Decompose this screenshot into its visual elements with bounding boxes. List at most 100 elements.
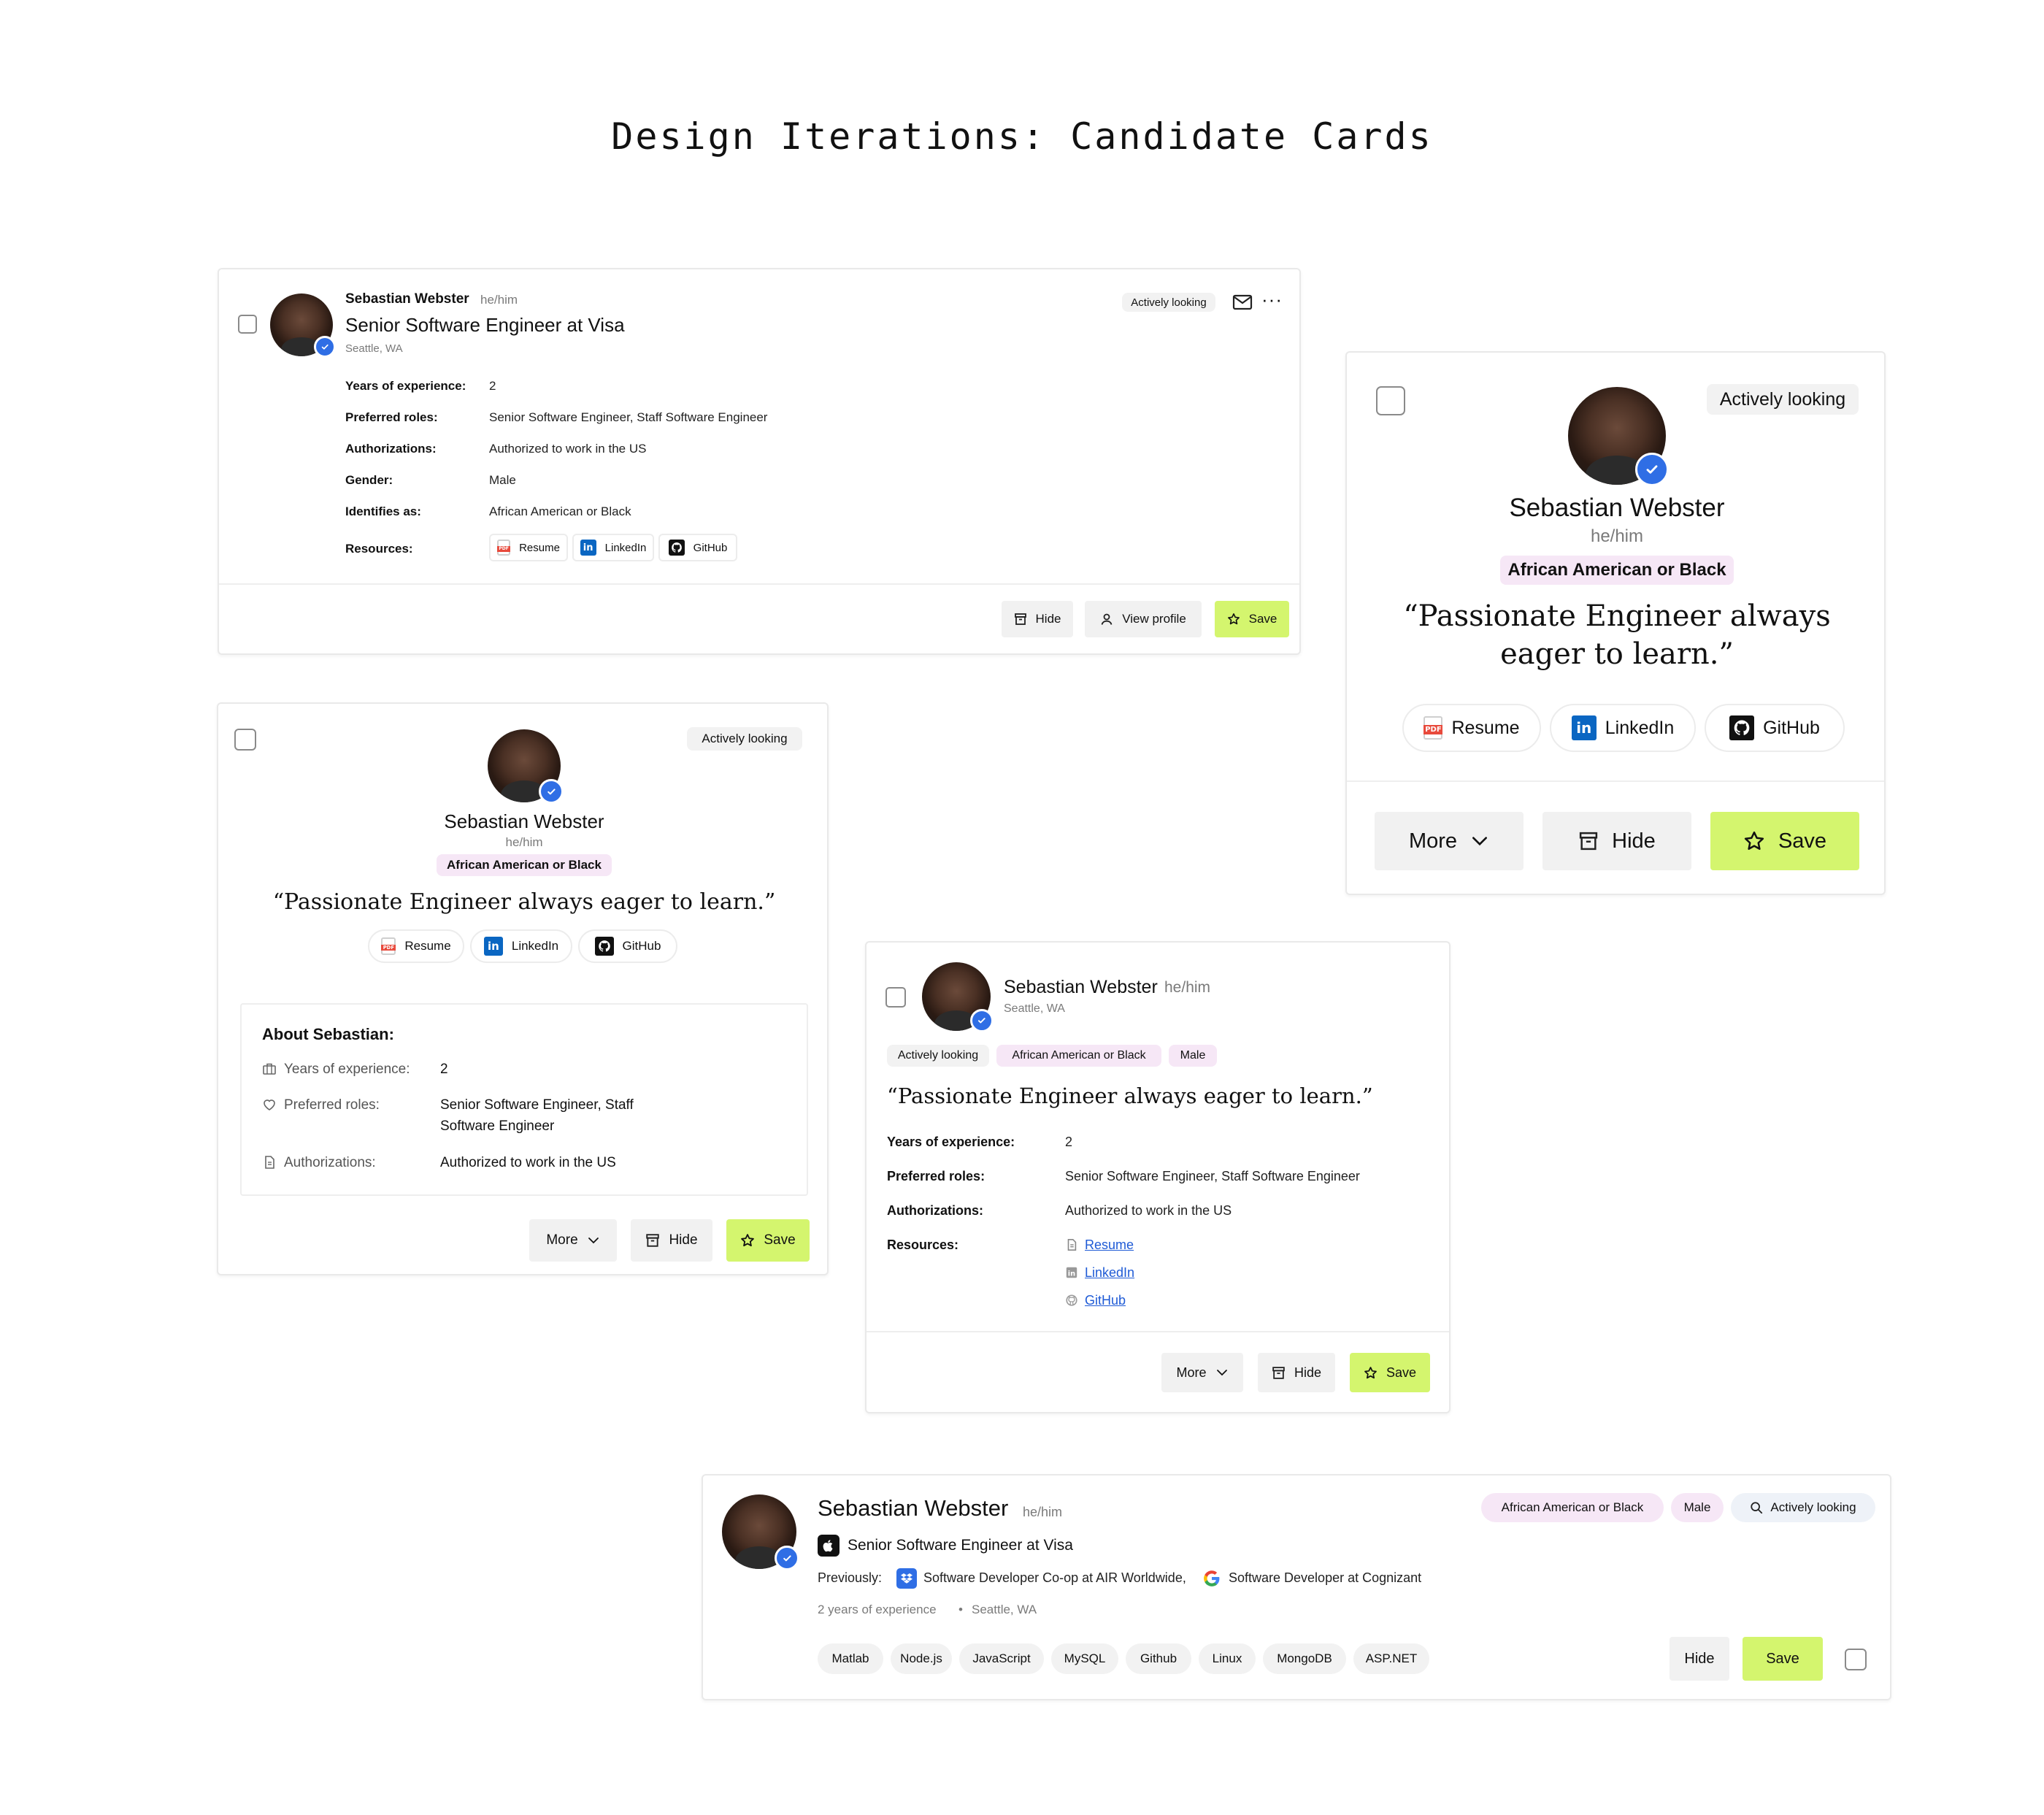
resources-label: Resources: (345, 542, 413, 556)
github-label: GitHub (693, 541, 728, 554)
archive-icon (646, 1234, 660, 1247)
more-button[interactable]: More (1375, 812, 1524, 870)
roles-label: Preferred roles: (284, 1097, 380, 1113)
more-button[interactable]: More (1161, 1353, 1243, 1392)
pdf-icon (381, 937, 396, 955)
dropbox-icon (896, 1568, 917, 1589)
about-heading: About Sebastian: (262, 1025, 394, 1043)
save-label: Save (1766, 1650, 1799, 1667)
select-checkbox[interactable] (238, 315, 257, 334)
github-link[interactable]: GitHub (658, 534, 737, 561)
years-label: Years of experience: (887, 1135, 1015, 1149)
chevron-down-icon (588, 1238, 599, 1244)
github-link[interactable]: GitHub (1085, 1293, 1126, 1308)
authorizations-value: Authorized to work in the US (1065, 1203, 1232, 1218)
github-link[interactable]: GitHub (578, 929, 677, 963)
pdf-icon (1424, 716, 1443, 740)
authorizations-label: Authorizations: (284, 1155, 376, 1170)
identifies-label: Identifies as: (345, 504, 421, 518)
save-button[interactable]: Save (1710, 812, 1859, 870)
resume-link[interactable]: Resume (368, 929, 464, 963)
identifies-value: African American or Black (489, 504, 631, 518)
candidate-name[interactable]: Sebastian Webster (1004, 977, 1158, 998)
hide-button[interactable]: Hide (1258, 1353, 1335, 1392)
email-icon[interactable] (1232, 293, 1253, 312)
linkedin-link[interactable]: in LinkedIn (572, 534, 654, 561)
select-checkbox[interactable] (1376, 386, 1405, 415)
resume-label: Resume (404, 939, 451, 953)
save-button[interactable]: Save (1350, 1353, 1430, 1392)
gender-tag: Male (1671, 1493, 1724, 1522)
more-label: More (1408, 829, 1458, 853)
avatar (270, 293, 336, 358)
linkedin-icon: in (483, 937, 503, 956)
page-title: Design Iterations: Candidate Cards (611, 115, 1433, 158)
hide-button[interactable]: Hide (631, 1219, 712, 1262)
pronouns: he/him (1590, 526, 1644, 546)
skill-tag: Linux (1199, 1643, 1256, 1674)
more-label: More (1176, 1365, 1207, 1380)
roles-value-line-2: Software Engineer (440, 1118, 555, 1134)
verified-badge-icon (775, 1546, 799, 1570)
years-label: Years of experience: (284, 1062, 410, 1077)
linkedin-label: LinkedIn (1605, 717, 1675, 738)
quote: “Passionate Engineer always eager to lea… (887, 1083, 1373, 1108)
job-title: Senior Software Engineer at Visa (848, 1537, 1073, 1554)
candidate-name[interactable]: Sebastian Webster (218, 810, 830, 833)
hide-label: Hide (1035, 612, 1061, 626)
select-checkbox[interactable] (885, 987, 906, 1008)
github-label: GitHub (1763, 717, 1820, 738)
view-profile-button[interactable]: View profile (1085, 601, 1202, 637)
pronouns: he/him (505, 835, 543, 849)
pronouns: he/him (1023, 1505, 1063, 1519)
linkedin-icon: in (1571, 715, 1597, 740)
quote: “Passionate Engineer always eager to lea… (272, 889, 776, 915)
avatar (488, 729, 564, 804)
resume-link[interactable]: Resume (489, 534, 568, 561)
linkedin-link[interactable]: LinkedIn (1085, 1265, 1134, 1281)
candidate-name[interactable]: Sebastian Webster (1347, 494, 1887, 523)
linkedin-link[interactable]: in LinkedIn (470, 929, 572, 963)
status-label: Actively looking (1770, 1500, 1856, 1514)
ethnicity-tag: African American or Black (437, 854, 612, 876)
select-checkbox[interactable] (1845, 1649, 1867, 1670)
skill-tag: JavaScript (959, 1643, 1044, 1674)
github-link[interactable]: GitHub (1705, 704, 1845, 752)
more-button[interactable]: More (529, 1219, 617, 1262)
save-button[interactable]: Save (1215, 601, 1289, 637)
resume-link[interactable]: Resume (1402, 704, 1541, 752)
status-badge: Actively looking (1707, 384, 1859, 415)
star-icon (1364, 1366, 1377, 1378)
resume-link[interactable]: Resume (1085, 1238, 1134, 1253)
authorizations-value: Authorized to work in the US (489, 442, 647, 456)
save-button[interactable]: Save (1743, 1637, 1823, 1681)
years-value: 2 (489, 379, 496, 393)
authorizations-label: Authorizations: (887, 1203, 983, 1218)
linkedin-link[interactable]: in LinkedIn (1550, 704, 1696, 752)
authorizations-label: Authorizations: (345, 442, 437, 456)
roles-label: Preferred roles: (345, 410, 438, 424)
hide-button[interactable]: Hide (1002, 601, 1073, 637)
document-icon (1067, 1238, 1077, 1251)
skill-tag: MySQL (1051, 1643, 1118, 1674)
linkedin-icon: in (580, 540, 596, 556)
previously-label: Previously: (818, 1570, 883, 1585)
years-label: Years of experience: (345, 379, 466, 393)
pronouns: he/him (480, 293, 518, 307)
candidate-name[interactable]: Sebastian Webster (345, 291, 469, 307)
save-button[interactable]: Save (726, 1219, 810, 1262)
candidate-card-about: Actively looking Sebastian Webster he/hi… (217, 702, 829, 1275)
avatar (722, 1494, 799, 1570)
hide-button[interactable]: Hide (1542, 812, 1691, 870)
hide-button[interactable]: Hide (1670, 1637, 1729, 1681)
more-options-icon[interactable]: ··· (1261, 290, 1282, 310)
hide-label: Hide (1294, 1365, 1322, 1380)
archive-icon (1272, 1366, 1285, 1379)
skill-tag: ASP.NET (1353, 1643, 1429, 1674)
previous-role-2: Software Developer at Cognizant (1229, 1570, 1422, 1585)
github-icon (668, 540, 685, 556)
candidate-name[interactable]: Sebastian Webster (818, 1495, 1008, 1522)
save-label: Save (1248, 612, 1278, 626)
select-checkbox[interactable] (234, 729, 256, 751)
linkedin-label: LinkedIn (511, 939, 559, 953)
